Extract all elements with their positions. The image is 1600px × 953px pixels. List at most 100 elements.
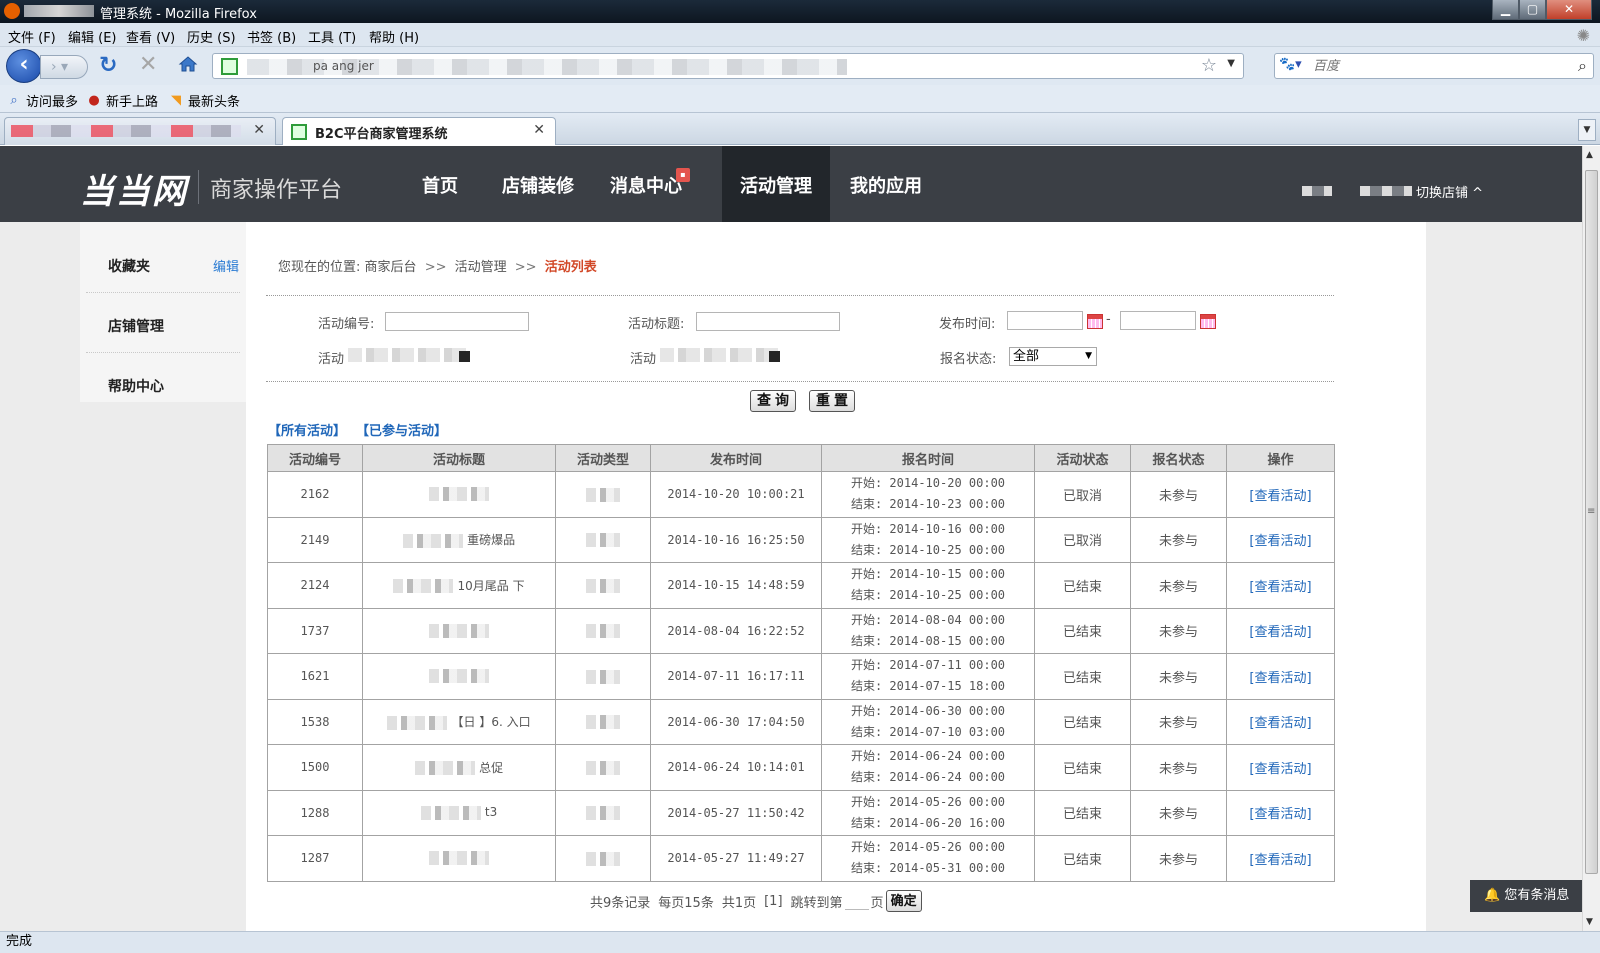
view-activity-link[interactable]: [查看活动] <box>1249 853 1311 868</box>
col-publish-time: 发布时间 <box>650 444 822 472</box>
bookmark-latest-headlines[interactable]: ◥ 最新头条 <box>168 91 240 111</box>
table-row: 1621 2014-07-11 16:17:11 开始: 2014-07-11 0… <box>267 653 1335 700</box>
cell-signup-status: 未参与 <box>1130 744 1227 791</box>
cell-activity-id: 2162 <box>267 471 363 518</box>
switch-store-button[interactable]: 切换店铺 ^ <box>1416 182 1483 201</box>
sidebar-store-management[interactable]: 店铺管理 <box>108 316 164 336</box>
cell-activity-id: 1287 <box>267 835 363 882</box>
view-activity-link[interactable]: [查看活动] <box>1249 580 1311 595</box>
redacted-title <box>420 805 481 820</box>
site-logo[interactable]: 当当网 <box>80 164 188 213</box>
sidebar-help-center[interactable]: 帮助中心 <box>108 376 164 396</box>
maximize-button[interactable]: ▢ <box>1519 0 1546 20</box>
query-button[interactable]: 查询 <box>750 390 796 412</box>
view-activity-link[interactable]: [查看活动] <box>1249 671 1311 686</box>
scroll-thumb[interactable] <box>1585 170 1598 874</box>
signup-status-value: 全部 <box>1013 349 1040 364</box>
menu-help[interactable]: 帮助 (H) <box>369 27 419 46</box>
nav-store-decoration[interactable]: 店铺装修 <box>484 146 592 222</box>
nav-home[interactable]: 首页 <box>404 146 476 222</box>
signup-start: 开始: 2014-10-16 00:00 <box>850 521 1006 536</box>
view-activity-link[interactable]: [查看活动] <box>1249 489 1311 504</box>
close-tab-icon[interactable]: ✕ <box>533 122 545 138</box>
bookmark-most-visited[interactable]: ⌕ 访问最多 <box>6 91 78 111</box>
pager-current-page[interactable]: [1] <box>764 894 782 909</box>
vertical-scrollbar[interactable]: ▲ ≡ ▼ <box>1582 146 1600 931</box>
bookmark-star-icon[interactable]: ☆ <box>1201 55 1217 76</box>
redacted-filter[interactable] <box>660 348 780 362</box>
nav-message-center[interactable]: 消息中心 <box>592 146 700 222</box>
address-bar[interactable]: pa ang jer ☆ ▼ <box>212 53 1244 79</box>
most-visited-icon: ⌕ <box>10 92 18 108</box>
menu-tools[interactable]: 工具 (T) <box>308 27 356 46</box>
back-button[interactable]: ‹ <box>6 49 42 83</box>
menu-file[interactable]: 文件 (F) <box>8 27 56 46</box>
bookmark-getting-started[interactable]: ● 新手上路 <box>86 91 158 111</box>
reload-icon[interactable]: ↻ <box>99 53 117 78</box>
nav-activity-management[interactable]: 活动管理 <box>722 146 830 222</box>
message-badge-icon: ▪ <box>676 168 690 182</box>
menu-edit[interactable]: 编辑 (E) <box>68 27 117 46</box>
tab-list-button[interactable]: ▼ <box>1578 119 1596 141</box>
cell-signup-time: 开始: 2014-06-30 00:00 结束: 2014-07-10 03:00 <box>821 698 1035 745</box>
calendar-icon[interactable] <box>1087 314 1103 329</box>
view-activity-link[interactable]: [查看活动] <box>1249 534 1311 549</box>
breadcrumb-section[interactable]: 活动管理 <box>455 260 507 275</box>
redacted-filter[interactable] <box>348 348 470 362</box>
activity-id-input[interactable] <box>385 312 529 331</box>
forward-button[interactable]: › ▾ <box>40 55 88 79</box>
pager-total: 共9条记录 <box>590 895 651 911</box>
tab-title: B2C平台商家管理系统 <box>315 127 448 142</box>
activity-title-input[interactable] <box>696 312 840 331</box>
search-engine-icon[interactable]: 🐾▾ <box>1279 57 1307 75</box>
redacted-type <box>586 760 620 775</box>
search-input[interactable] <box>1313 57 1563 75</box>
redacted-type <box>586 851 620 866</box>
view-activity-link[interactable]: [查看活动] <box>1249 762 1311 777</box>
cell-signup-status: 未参与 <box>1130 698 1227 745</box>
signup-status-select[interactable]: 全部 ▼ <box>1009 347 1097 366</box>
home-icon[interactable] <box>178 54 198 74</box>
publish-start-input[interactable] <box>1007 311 1083 330</box>
cell-operation: [查看活动] <box>1226 653 1335 700</box>
calendar-icon[interactable] <box>1200 314 1216 329</box>
scroll-up-icon[interactable]: ▲ <box>1586 150 1593 160</box>
message-notification[interactable]: 🔔 您有条消息 <box>1470 880 1582 912</box>
close-tab-icon[interactable]: ✕ <box>253 122 265 138</box>
close-window-button[interactable]: ✕ <box>1546 0 1592 20</box>
pager-page-unit: 页 <box>870 895 884 911</box>
breadcrumb-home[interactable]: 商家后台 <box>365 260 417 275</box>
stop-icon[interactable]: ✕ <box>139 52 157 77</box>
joined-activities-link[interactable]: 【已参与活动】 <box>356 420 447 439</box>
view-activity-link[interactable]: [查看活动] <box>1249 807 1311 822</box>
publish-end-input[interactable] <box>1120 311 1196 330</box>
cell-title-text: 总促 <box>479 760 504 775</box>
all-activities-link[interactable]: 【所有活动】 <box>268 420 346 439</box>
menu-bookmarks[interactable]: 书签 (B) <box>247 27 296 46</box>
nav-my-apps[interactable]: 我的应用 <box>832 146 940 222</box>
sidebar-favorites[interactable]: 收藏夹 <box>108 256 150 276</box>
menu-history[interactable]: 历史 (S) <box>187 27 236 46</box>
signup-end: 结束: 2014-10-25 00:00 <box>850 588 1006 603</box>
tab-b2c-merchant[interactable]: B2C平台商家管理系统 ✕ <box>282 117 556 145</box>
view-activity-link[interactable]: [查看活动] <box>1249 716 1311 731</box>
page-jump-input[interactable] <box>844 892 869 910</box>
signup-start: 开始: 2014-07-11 00:00 <box>850 658 1006 673</box>
view-activity-link[interactable]: [查看活动] <box>1249 625 1311 640</box>
sidebar-edit-link[interactable]: 编辑 <box>213 256 239 275</box>
activity-field-label: 活动 <box>630 352 657 367</box>
search-bar[interactable]: 🐾▾ ⌕ <box>1274 53 1594 79</box>
breadcrumb-separator: >> <box>514 260 537 275</box>
minimize-button[interactable]: ▁ <box>1492 0 1519 20</box>
page-jump-ok-button[interactable]: 确定 <box>885 890 922 912</box>
menu-view[interactable]: 查看 (V) <box>126 27 175 46</box>
activity-id-label: 活动编号: <box>318 317 375 332</box>
tab-bar: ✕ B2C平台商家管理系统 ✕ ▼ <box>0 113 1600 145</box>
search-icon[interactable]: ⌕ <box>1578 56 1587 76</box>
tab-redacted[interactable]: ✕ <box>4 117 276 145</box>
cell-operation: [查看活动] <box>1226 744 1335 791</box>
url-dropdown-icon[interactable]: ▼ <box>1227 58 1235 69</box>
scroll-down-icon[interactable]: ▼ <box>1586 917 1593 927</box>
reset-button[interactable]: 重置 <box>809 390 855 412</box>
sidebar-divider <box>86 352 240 353</box>
